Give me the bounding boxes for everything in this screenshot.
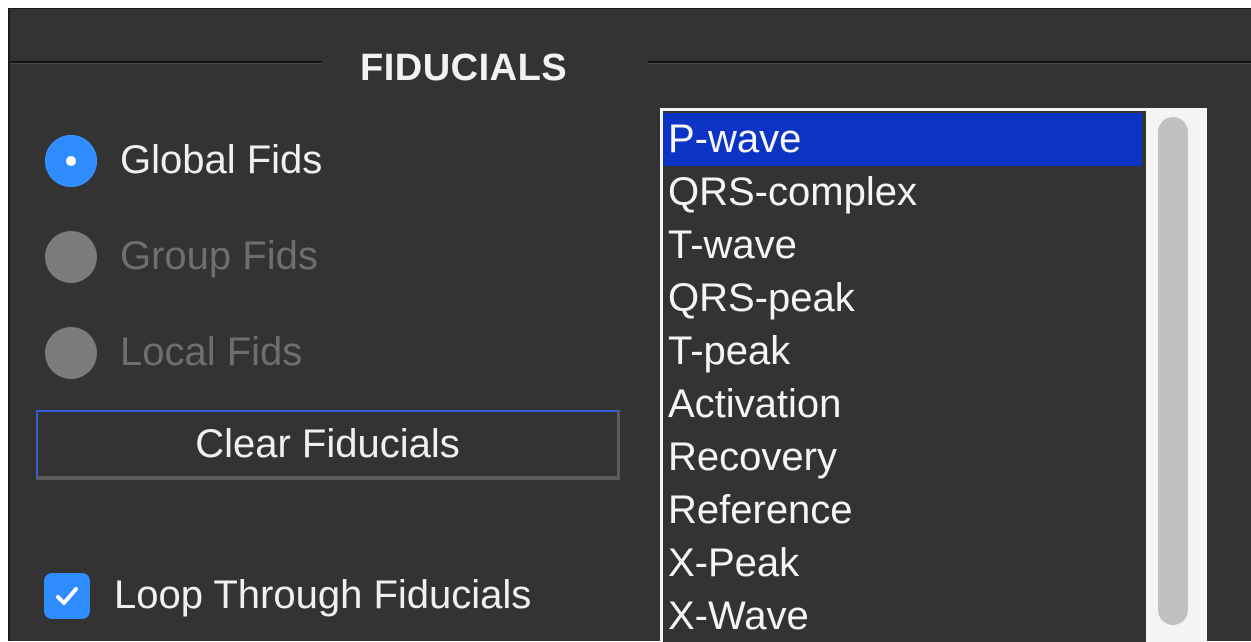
list-item-recovery[interactable]: Recovery [663, 431, 1142, 484]
scrollbar-thumb[interactable] [1158, 117, 1188, 625]
global-fids-radio[interactable] [45, 135, 97, 187]
list-item-t-peak[interactable]: T-peak [663, 325, 1142, 378]
list-item-t-wave[interactable]: T-wave [663, 219, 1142, 272]
clear-fiducials-button[interactable]: Clear Fiducials [36, 410, 620, 480]
checkmark-icon [56, 587, 78, 605]
fiducials-panel: FIDUCIALS Global Fids Group Fids Local F… [8, 8, 1251, 642]
local-fids-label[interactable]: Local Fids [120, 330, 302, 375]
group-border-left [10, 61, 322, 64]
list-item-activation[interactable]: Activation [663, 378, 1142, 431]
list-item-p-wave[interactable]: P-wave [663, 113, 1142, 166]
list-item-reference[interactable]: Reference [663, 484, 1142, 537]
list-scrollbar[interactable] [1146, 111, 1204, 642]
list-item-qrs-peak[interactable]: QRS-peak [663, 272, 1142, 325]
list-item-qrs-complex[interactable]: QRS-complex [663, 166, 1142, 219]
local-fids-radio[interactable] [45, 327, 97, 379]
fiducial-list-items: P-wave QRS-complex T-wave QRS-peak T-pea… [663, 113, 1142, 642]
group-title: FIDUCIALS [360, 47, 568, 89]
list-item-x-peak[interactable]: X-Peak [663, 537, 1142, 590]
loop-fiducials-checkbox[interactable] [44, 573, 90, 619]
loop-fiducials-label[interactable]: Loop Through Fiducials [114, 573, 531, 618]
group-fids-label[interactable]: Group Fids [120, 234, 318, 279]
global-fids-label[interactable]: Global Fids [120, 138, 322, 183]
group-fids-radio[interactable] [45, 231, 97, 283]
radio-dot-icon [66, 156, 76, 166]
fiducial-listbox[interactable]: P-wave QRS-complex T-wave QRS-peak T-pea… [660, 108, 1207, 642]
list-item-x-wave[interactable]: X-Wave [663, 590, 1142, 642]
group-border-right [648, 61, 1251, 64]
